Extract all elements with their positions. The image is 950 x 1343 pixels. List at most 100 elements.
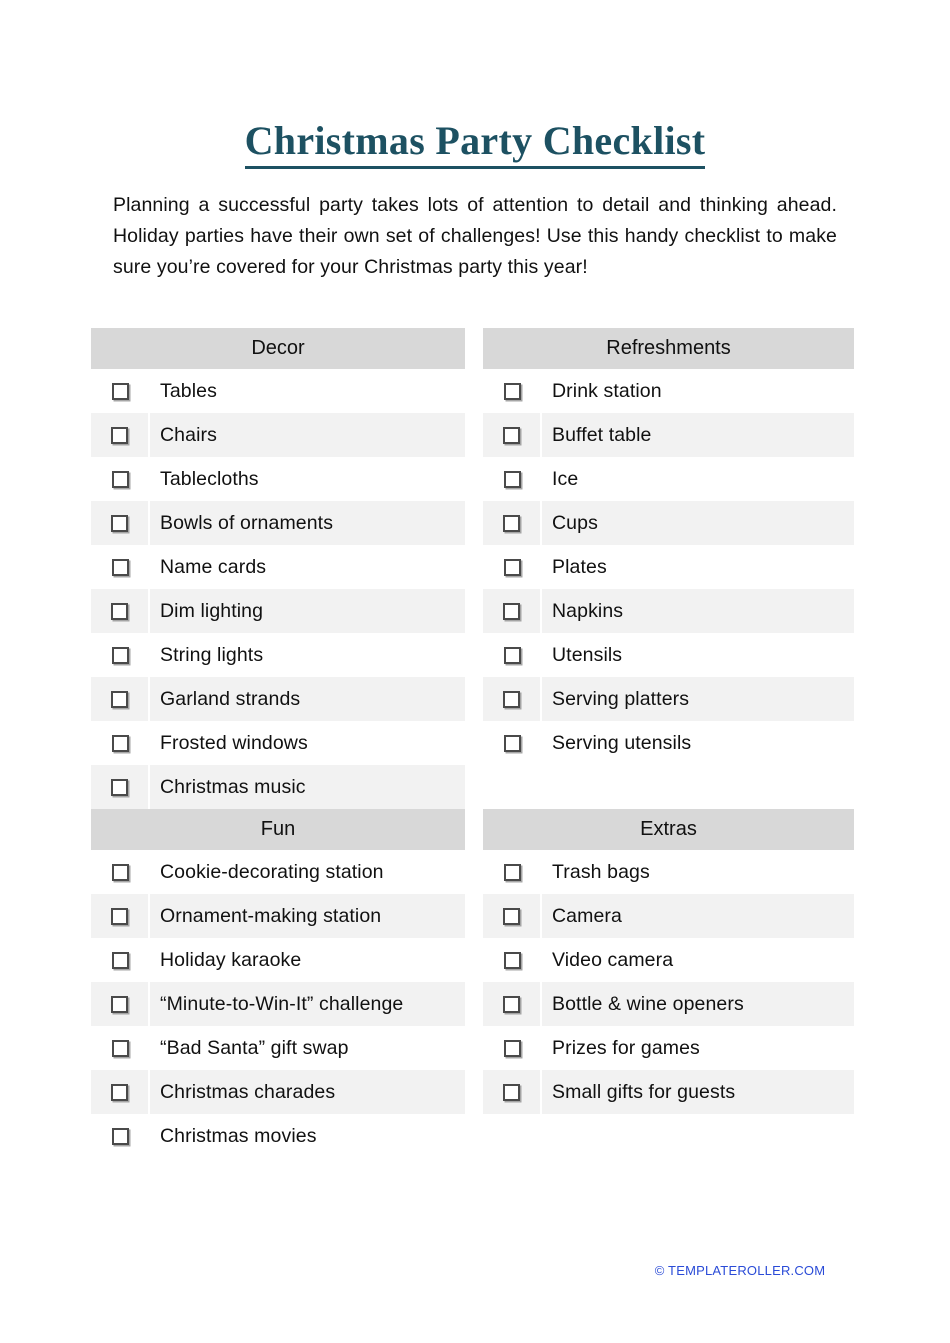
checklist-row[interactable]: Prizes for games	[483, 1026, 854, 1070]
checkbox-cookie-decorating-station[interactable]	[112, 863, 129, 881]
checklist-row[interactable]: “Minute-to-Win-It” challenge	[91, 982, 465, 1026]
footer-copyright[interactable]: © TEMPLATEROLLER.COM	[655, 1263, 826, 1278]
checkbox-christmas-movies[interactable]	[112, 1127, 129, 1145]
checkbox-cell[interactable]	[91, 369, 150, 413]
checkbox-serving-platters[interactable]	[503, 690, 520, 708]
checkbox-cell[interactable]	[91, 982, 150, 1026]
checklist-row[interactable]: Small gifts for guests	[483, 1070, 854, 1114]
checkbox-cell[interactable]	[483, 677, 542, 721]
checkbox-cell[interactable]	[91, 1114, 150, 1158]
checkbox-cell[interactable]	[91, 721, 150, 765]
checklist-row[interactable]: Christmas music	[91, 765, 465, 809]
checklist-row[interactable]: Christmas charades	[91, 1070, 465, 1114]
checklist-row[interactable]: Chairs	[91, 413, 465, 457]
checklist-item-label: Ornament-making station	[160, 904, 382, 927]
checklist-row[interactable]: Ice	[483, 457, 854, 501]
checkbox-tables[interactable]	[112, 382, 129, 400]
checkbox-drink-station[interactable]	[504, 382, 521, 400]
checkbox-christmas-charades[interactable]	[111, 1083, 128, 1101]
checkbox-cell[interactable]	[483, 633, 542, 677]
checkbox-napkins[interactable]	[503, 602, 520, 620]
checkbox-ornament-making-station[interactable]	[111, 907, 128, 925]
checkbox-ice[interactable]	[504, 470, 521, 488]
checklist-row[interactable]: Garland strands	[91, 677, 465, 721]
checkbox-cell[interactable]	[91, 850, 150, 894]
checkbox-cell[interactable]	[91, 633, 150, 677]
checklist-page: Christmas Party Checklist Planning a suc…	[0, 0, 950, 1343]
checkbox-cell[interactable]	[91, 677, 150, 721]
checkbox-cell[interactable]	[91, 1026, 150, 1070]
checklist-row[interactable]: Cups	[483, 501, 854, 545]
checkbox-cell[interactable]	[483, 1026, 542, 1070]
checkbox-cell[interactable]	[483, 457, 542, 501]
checkbox-cell[interactable]	[483, 1070, 542, 1114]
checkbox-cell[interactable]	[483, 850, 542, 894]
checklist-row[interactable]: Dim lighting	[91, 589, 465, 633]
checkbox-cell[interactable]	[483, 721, 542, 765]
checklist-row[interactable]: Utensils	[483, 633, 854, 677]
checkbox-christmas-music[interactable]	[111, 778, 128, 796]
checklist-row[interactable]: Buffet table	[483, 413, 854, 457]
checklist-row[interactable]: Christmas movies	[91, 1114, 465, 1158]
checklist-row[interactable]: Napkins	[483, 589, 854, 633]
checkbox-cell[interactable]	[483, 982, 542, 1026]
checkbox-cell[interactable]	[483, 501, 542, 545]
checkbox-holiday-karaoke[interactable]	[112, 951, 129, 969]
checkbox-video-camera[interactable]	[504, 951, 521, 969]
checklist-row[interactable]: String lights	[91, 633, 465, 677]
checklist-row[interactable]: Video camera	[483, 938, 854, 982]
footer: © TEMPLATEROLLER.COM	[0, 1263, 950, 1278]
checkbox-cell[interactable]	[91, 545, 150, 589]
checkbox-plates[interactable]	[504, 558, 521, 576]
checklist-row[interactable]: Serving utensils	[483, 721, 854, 765]
checklist-row[interactable]: “Bad Santa” gift swap	[91, 1026, 465, 1070]
checkbox-utensils[interactable]	[504, 646, 521, 664]
checkbox-bottle-and-wine-openers[interactable]	[503, 995, 520, 1013]
checklist-row[interactable]: Tables	[91, 369, 465, 413]
checkbox-camera[interactable]	[503, 907, 520, 925]
checklist-row[interactable]: Holiday karaoke	[91, 938, 465, 982]
checkbox-cell[interactable]	[483, 894, 542, 938]
checkbox-small-gifts-for-guests[interactable]	[503, 1083, 520, 1101]
checkbox-trash-bags[interactable]	[504, 863, 521, 881]
checkbox-cell[interactable]	[483, 369, 542, 413]
checklist-row[interactable]: Plates	[483, 545, 854, 589]
checkbox-cell[interactable]	[91, 765, 150, 809]
checklist-row[interactable]: Ornament-making station	[91, 894, 465, 938]
checkbox-string-lights[interactable]	[112, 646, 129, 664]
checklist-row[interactable]: Drink station	[483, 369, 854, 413]
checkbox-prizes-for-games[interactable]	[504, 1039, 521, 1057]
checklist-row[interactable]: Cookie-decorating station	[91, 850, 465, 894]
checkbox-bowls-of-ornaments[interactable]	[111, 514, 128, 532]
checkbox-bad-santa-gift-swap[interactable]	[112, 1039, 129, 1057]
checklist-row[interactable]: Bowls of ornaments	[91, 501, 465, 545]
checkbox-cell[interactable]	[91, 589, 150, 633]
checkbox-cups[interactable]	[503, 514, 520, 532]
checkbox-cell[interactable]	[483, 545, 542, 589]
checklist-row[interactable]: Tablecloths	[91, 457, 465, 501]
checkbox-cell[interactable]	[483, 413, 542, 457]
checklist-row[interactable]: Bottle & wine openers	[483, 982, 854, 1026]
checkbox-cell[interactable]	[91, 457, 150, 501]
checklist-row[interactable]: Serving platters	[483, 677, 854, 721]
checkbox-buffet-table[interactable]	[503, 426, 520, 444]
checkbox-cell[interactable]	[91, 938, 150, 982]
checklist-row[interactable]: Frosted windows	[91, 721, 465, 765]
checkbox-tablecloths[interactable]	[112, 470, 129, 488]
checklist-row[interactable]: Name cards	[91, 545, 465, 589]
checkbox-serving-utensils[interactable]	[504, 734, 521, 752]
checkbox-dim-lighting[interactable]	[111, 602, 128, 620]
checkbox-cell[interactable]	[91, 894, 150, 938]
checkbox-cell[interactable]	[91, 501, 150, 545]
checkbox-frosted-windows[interactable]	[112, 734, 129, 752]
checkbox-chairs[interactable]	[111, 426, 128, 444]
checkbox-minute-to-win-it-challenge[interactable]	[111, 995, 128, 1013]
checklist-row[interactable]: Camera	[483, 894, 854, 938]
checkbox-cell[interactable]	[483, 938, 542, 982]
checkbox-cell[interactable]	[483, 589, 542, 633]
checkbox-garland-strands[interactable]	[111, 690, 128, 708]
checkbox-name-cards[interactable]	[112, 558, 129, 576]
checkbox-cell[interactable]	[91, 1070, 150, 1114]
checkbox-cell[interactable]	[91, 413, 150, 457]
checklist-row[interactable]: Trash bags	[483, 850, 854, 894]
